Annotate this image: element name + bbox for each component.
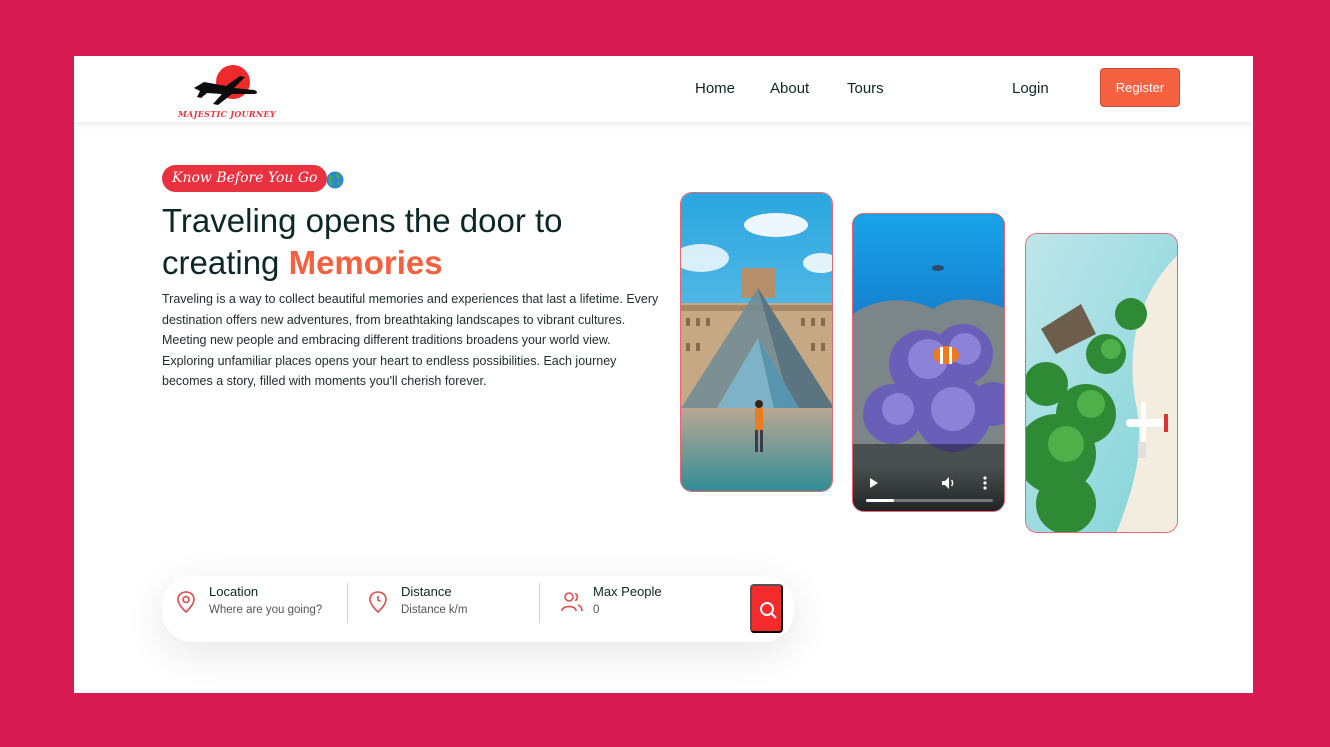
- nav-tours[interactable]: Tours: [847, 80, 884, 97]
- distance-field[interactable]: Distance Distance k/m: [368, 576, 538, 642]
- hero-description: Traveling is a way to collect beautiful …: [162, 292, 659, 388]
- max-people-input[interactable]: 0: [593, 604, 599, 616]
- location-input[interactable]: Where are you going?: [209, 604, 322, 616]
- hero-image-louvre: [680, 192, 833, 492]
- video-progress[interactable]: [866, 499, 993, 502]
- more-options-icon[interactable]: [983, 476, 987, 490]
- distance-input[interactable]: Distance k/m: [401, 604, 467, 616]
- distance-label: Distance: [401, 584, 452, 599]
- distance-pin-icon: [368, 590, 388, 619]
- hero-title-highlight: Memories: [288, 244, 443, 281]
- play-icon[interactable]: [869, 477, 879, 489]
- nav-about[interactable]: About: [770, 80, 809, 97]
- divider: [539, 583, 540, 623]
- login-link[interactable]: Login: [1012, 80, 1049, 97]
- divider: [347, 583, 348, 623]
- max-people-field[interactable]: Max People 0: [560, 576, 730, 642]
- location-label: Location: [209, 584, 259, 599]
- brand-name: MAJESTIC JOURNEY: [178, 109, 276, 119]
- volume-icon[interactable]: [941, 476, 957, 490]
- header: MAJESTIC JOURNEY Home About Tours Login …: [74, 56, 1253, 122]
- page: MAJESTIC JOURNEY Home About Tours Login …: [74, 56, 1253, 693]
- hero-video-reef[interactable]: [852, 213, 1005, 512]
- search-bar: Location Where are you going? Distance D…: [162, 576, 794, 642]
- nav-home[interactable]: Home: [695, 80, 735, 97]
- max-people-label: Max People: [593, 584, 662, 599]
- hero-image-island: [1025, 233, 1178, 533]
- know-before-badge: Know Before You Go: [162, 165, 328, 192]
- search-button[interactable]: [750, 584, 783, 633]
- location-pin-icon: [176, 590, 196, 619]
- group-icon: [560, 590, 584, 619]
- video-progress-fill: [866, 499, 894, 502]
- video-controls: [853, 465, 1004, 511]
- hero-title: Traveling opens the door to creating Mem…: [162, 200, 632, 284]
- location-field[interactable]: Location Where are you going?: [176, 576, 346, 642]
- globe-icon: [326, 171, 344, 194]
- register-button[interactable]: Register: [1100, 68, 1180, 107]
- search-icon: [760, 602, 777, 619]
